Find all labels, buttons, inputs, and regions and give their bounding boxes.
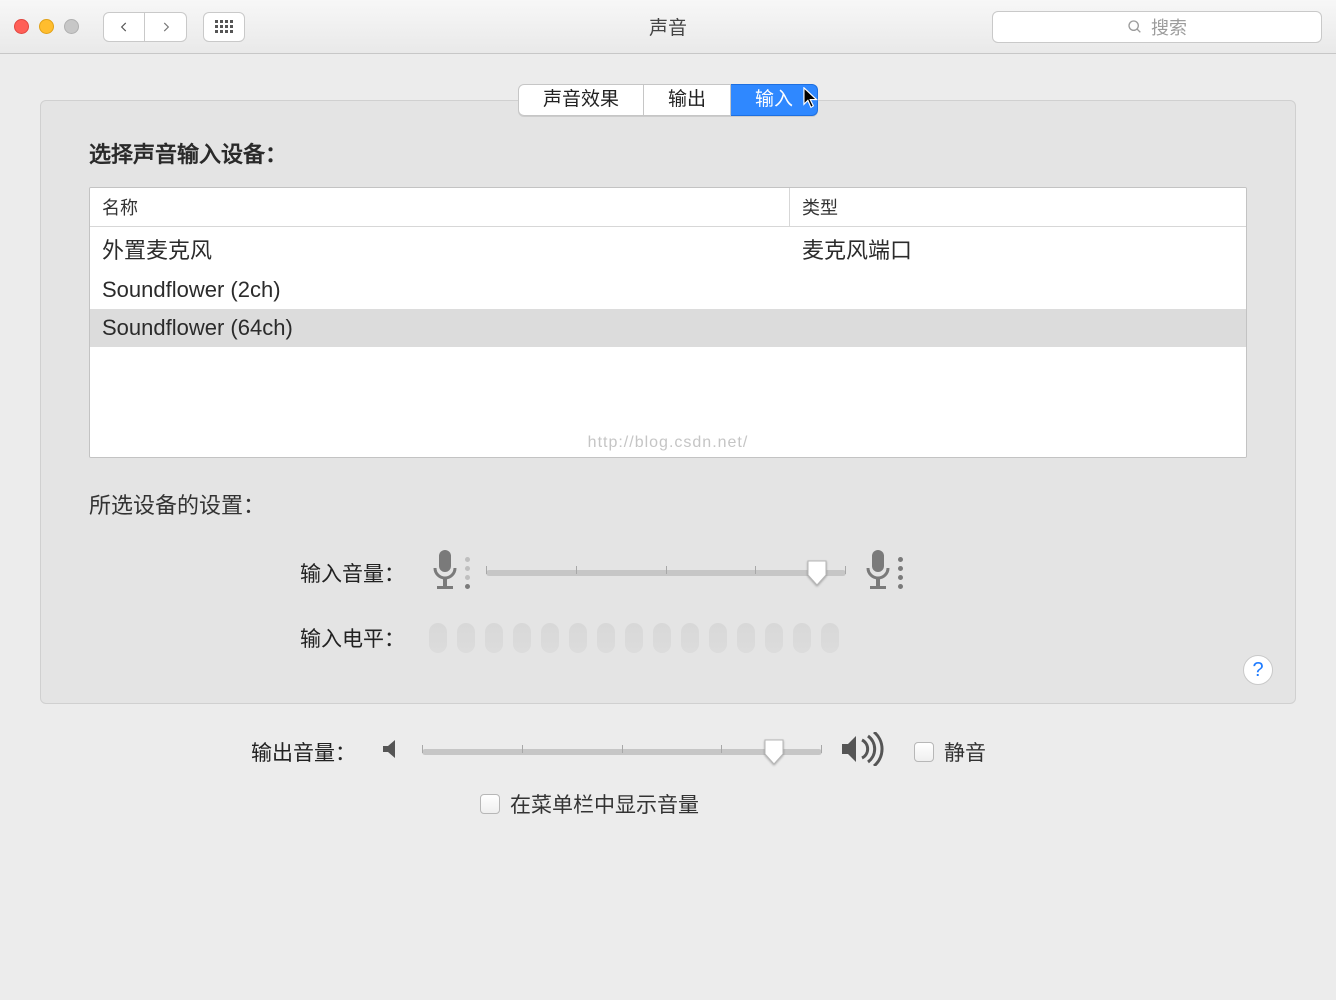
input-panel: 选择声音输入设备： 名称 类型 外置麦克风 麦克风端口 Soundflower … (40, 100, 1296, 704)
table-header: 名称 类型 (90, 188, 1246, 227)
tab-row: 声音效果 输出 输入 (0, 54, 1336, 116)
search-input[interactable]: 搜索 (992, 11, 1322, 43)
show-in-menubar-row: 在菜单栏中显示音量 (40, 789, 1296, 819)
mute-checkbox[interactable] (914, 742, 934, 762)
device-type: 麦克风端口 (790, 227, 1246, 271)
input-device-table: 名称 类型 外置麦克风 麦克风端口 Soundflower (2ch) Soun… (89, 187, 1247, 458)
device-type (790, 309, 1246, 347)
output-volume-row: 输出音量： 静音 (40, 732, 1296, 771)
help-button[interactable]: ? (1243, 655, 1273, 685)
mic-low-icon (429, 548, 470, 597)
grid-icon (215, 20, 233, 33)
forward-button[interactable] (145, 12, 187, 42)
help-icon: ? (1252, 659, 1263, 682)
device-name: 外置麦克风 (90, 227, 790, 271)
device-name: Soundflower (64ch) (90, 309, 790, 347)
table-row[interactable]: Soundflower (64ch) (90, 309, 1246, 347)
input-level-label: 输入电平： (89, 623, 429, 653)
input-volume-label: 输入音量： (89, 558, 429, 588)
zoom-window-button (64, 19, 79, 34)
selected-device-settings-title: 所选设备的设置： (89, 488, 1247, 520)
slider-knob[interactable] (805, 559, 829, 587)
speaker-loud-icon (840, 732, 884, 771)
mute-label: 静音 (944, 737, 986, 767)
output-volume-slider[interactable] (422, 735, 822, 769)
window-controls (14, 19, 79, 34)
segmented-control: 声音效果 输出 输入 (518, 84, 818, 116)
input-level-row: 输入电平： (89, 623, 1247, 653)
tab-sound-effects[interactable]: 声音效果 (518, 84, 644, 116)
search-icon (1127, 19, 1143, 35)
show-in-menubar-label: 在菜单栏中显示音量 (510, 789, 699, 819)
tab-output[interactable]: 输出 (644, 84, 731, 116)
device-name: Soundflower (2ch) (90, 271, 790, 309)
minimize-window-button[interactable] (39, 19, 54, 34)
device-type (790, 271, 1246, 309)
chevron-right-icon (159, 20, 173, 34)
search-placeholder: 搜索 (1151, 14, 1187, 40)
mute-checkbox-row: 静音 (914, 737, 986, 767)
titlebar: 声音 搜索 (0, 0, 1336, 54)
table-body: 外置麦克风 麦克风端口 Soundflower (2ch) Soundflowe… (90, 227, 1246, 457)
slider-knob[interactable] (762, 738, 786, 766)
table-row[interactable]: 外置麦克风 麦克风端口 (90, 227, 1246, 271)
input-device-section-title: 选择声音输入设备： (89, 137, 1247, 169)
show-all-button[interactable] (203, 12, 245, 42)
nav-buttons (103, 12, 187, 42)
back-button[interactable] (103, 12, 145, 42)
tab-input[interactable]: 输入 (731, 84, 818, 116)
table-row[interactable]: Soundflower (2ch) (90, 271, 1246, 309)
window-title: 声音 (649, 13, 687, 40)
input-volume-row: 输入音量： (89, 548, 1247, 597)
show-in-menubar-checkbox[interactable] (480, 794, 500, 814)
chevron-left-icon (117, 20, 131, 34)
col-type[interactable]: 类型 (790, 188, 1246, 226)
watermark-text: http://blog.csdn.net/ (89, 434, 1247, 452)
input-volume-slider[interactable] (486, 556, 846, 590)
col-name[interactable]: 名称 (90, 188, 790, 226)
input-level-meter (429, 623, 839, 653)
close-window-button[interactable] (14, 19, 29, 34)
mic-high-icon (862, 548, 903, 597)
speaker-mute-icon (380, 737, 404, 766)
output-volume-area: 输出音量： 静音 (0, 704, 1336, 819)
output-volume-label: 输出音量： (40, 737, 380, 767)
